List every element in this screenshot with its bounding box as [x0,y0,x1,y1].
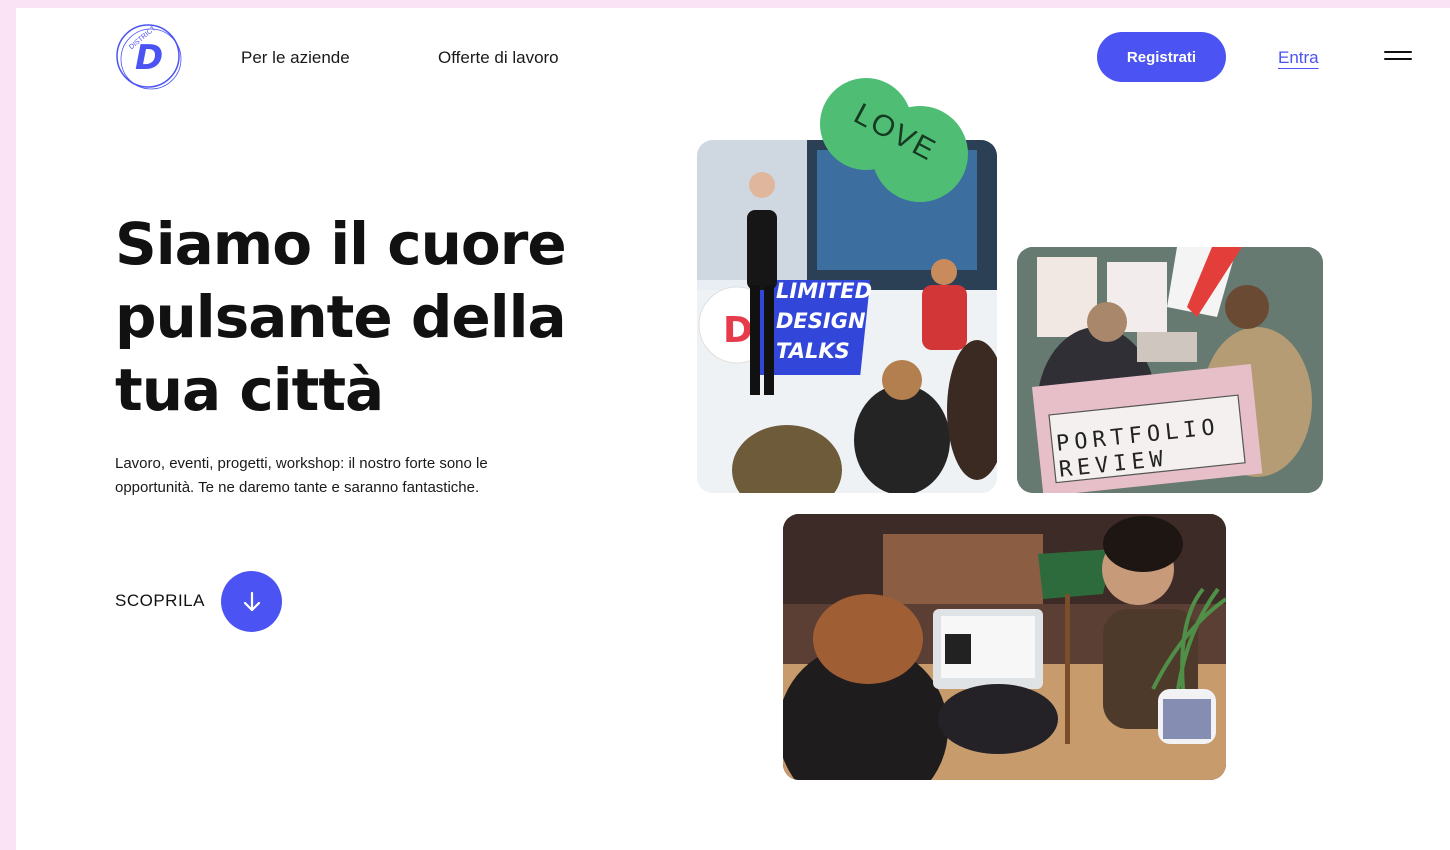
svg-text:D: D [723,310,753,351]
hero-title-line: Siamo il cuore [115,210,567,278]
scroll-down-button[interactable] [221,571,282,632]
register-button[interactable]: Registrati [1097,32,1226,82]
hero-subtitle-line: opportunità. Te ne daremo tante e sarann… [115,479,480,496]
cta-label[interactable]: SCOPRILA [115,591,205,611]
hero-title-line: tua città [115,356,384,424]
login-link[interactable]: Entra [1278,48,1319,68]
hero-subtitle-line: Lavoro, eventi, progetti, workshop: il n… [115,455,488,472]
district-logo[interactable]: DISTRICT D [115,20,183,92]
talk-banner-line: LIMITED [776,279,873,303]
nav-offerte-di-lavoro[interactable]: Offerte di lavoro [438,48,559,68]
arrow-down-icon [243,591,260,611]
hamburger-menu-icon[interactable] [1384,51,1412,67]
talk-banner-line: DESIGN [776,309,866,333]
logo-letter: D [135,38,163,78]
hero-title: Siamo il cuore pulsante della tua città [115,208,635,427]
page: DISTRICT D Per le aziende Offerte di lav… [16,8,1450,850]
talk-banner-line: TALKS [776,339,850,363]
photo-workshop [783,514,1226,780]
hero-subtitle: Lavoro, eventi, progetti, workshop: il n… [115,452,565,500]
talk-banner: LIMITED DESIGN TALKS [776,276,872,366]
nav-per-le-aziende[interactable]: Per le aziende [241,48,350,68]
hero-title-line: pulsante della [115,283,567,351]
